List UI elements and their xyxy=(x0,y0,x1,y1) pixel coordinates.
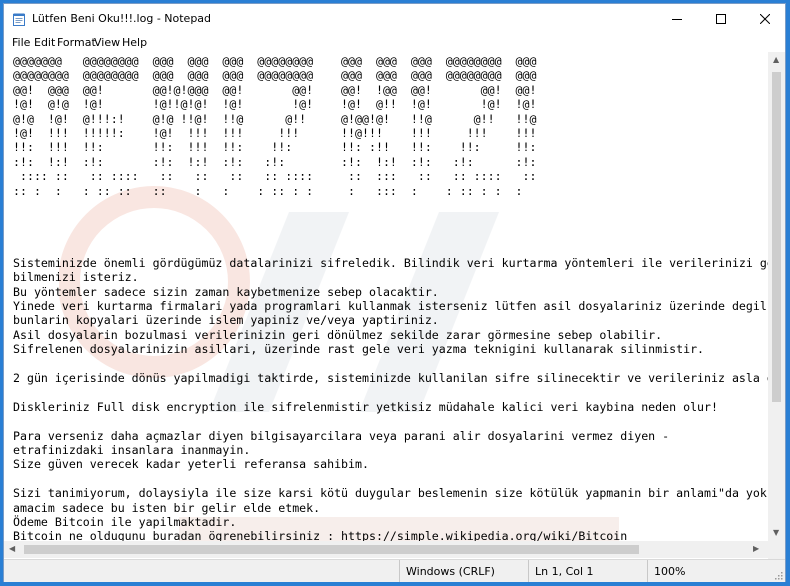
status-divider xyxy=(399,560,400,582)
maximize-button[interactable] xyxy=(699,4,743,34)
notepad-icon xyxy=(13,13,25,26)
status-zoom: 100% xyxy=(654,565,686,578)
horizontal-scroll-thumb[interactable] xyxy=(24,545,639,554)
status-bar: Windows (CRLF) Ln 1, Col 1 100% xyxy=(4,559,785,582)
status-position: Ln 1, Col 1 xyxy=(535,565,594,578)
menu-format[interactable]: Format xyxy=(57,36,96,49)
vertical-scroll-thumb[interactable] xyxy=(772,72,781,402)
menu-file[interactable]: File xyxy=(12,36,30,49)
scroll-up-icon[interactable]: ▲ xyxy=(773,56,779,64)
minimize-button[interactable] xyxy=(655,4,699,34)
close-icon xyxy=(760,14,770,24)
menu-view[interactable]: View xyxy=(94,36,120,49)
menu-edit[interactable]: Edit xyxy=(34,36,55,49)
document-text: @@@@@@@ @@@@@@@@ @@@ @@@ @@@ @@@@@@@@ @@… xyxy=(13,54,768,541)
status-divider xyxy=(528,560,529,582)
maximize-icon xyxy=(716,14,726,24)
resize-grip-icon[interactable] xyxy=(773,570,783,580)
status-encoding: Windows (CRLF) xyxy=(406,565,495,578)
window-title: Lütfen Beni Oku!!!.log - Notepad xyxy=(32,12,212,25)
close-button[interactable] xyxy=(743,4,787,34)
scroll-left-icon[interactable]: ◀ xyxy=(9,545,15,553)
menu-help[interactable]: Help xyxy=(122,36,147,49)
text-editor[interactable]: @@@@@@@ @@@@@@@@ @@@ @@@ @@@ @@@@@@@@ @@… xyxy=(4,52,768,541)
scroll-down-icon[interactable]: ▼ xyxy=(773,529,779,537)
horizontal-scrollbar[interactable]: ◀ ▶ xyxy=(4,541,768,558)
notepad-window: Lütfen Beni Oku!!!.log - Notepad File Ed… xyxy=(3,3,786,582)
title-bar[interactable]: Lütfen Beni Oku!!!.log - Notepad xyxy=(4,4,785,34)
menu-bar: File Edit Format View Help xyxy=(4,34,785,52)
scroll-right-icon[interactable]: ▶ xyxy=(753,545,759,553)
minimize-icon xyxy=(672,19,682,20)
vertical-scrollbar[interactable]: ▲ ▼ xyxy=(768,52,785,560)
status-divider xyxy=(647,560,648,582)
